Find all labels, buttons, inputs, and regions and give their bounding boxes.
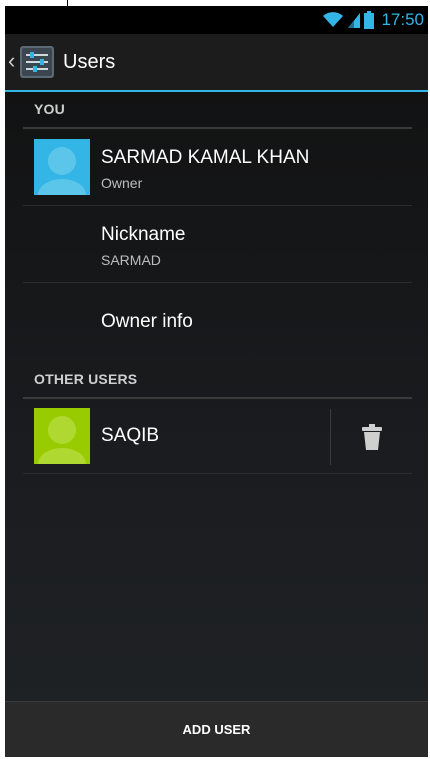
trash-icon (361, 424, 382, 450)
owner-role: Owner (101, 175, 143, 191)
add-user-button[interactable]: ADD USER (5, 702, 428, 757)
section-header-other-users: OTHER USERS (23, 363, 412, 399)
delete-user-button[interactable] (331, 401, 412, 473)
section-header-other-users-label: OTHER USERS (34, 371, 138, 387)
status-bar: 17:50 (5, 6, 428, 34)
owner-row[interactable]: SARMAD KAMAL KHAN Owner (23, 131, 412, 206)
section-header-you: YOU (23, 93, 412, 129)
nickname-label: Nickname (101, 224, 186, 245)
user-avatar-icon (38, 416, 86, 464)
status-icons: 17:50 (322, 9, 424, 31)
user-name: SAQIB (101, 425, 160, 446)
battery-icon (364, 11, 375, 29)
wifi-icon (323, 12, 344, 27)
settings-sliders-icon[interactable] (20, 46, 54, 78)
owner-name: SARMAD KAMAL KHAN (101, 147, 310, 168)
nickname-row[interactable]: Nickname SARMAD (23, 206, 412, 283)
bottom-action-bar: ADD USER (5, 701, 428, 757)
clock: 17:50 (381, 10, 424, 29)
owner-info-row[interactable]: Owner info (23, 283, 412, 361)
user-row-saqib[interactable]: SAQIB (23, 401, 412, 474)
owner-info-label: Owner info (101, 311, 193, 332)
nickname-value: SARMAD (101, 252, 161, 268)
user-avatar-icon (38, 147, 86, 195)
saqib-avatar (34, 408, 90, 464)
back-caret-icon[interactable]: ‹ (8, 50, 15, 72)
owner-avatar (34, 139, 90, 195)
page-title: Users (63, 51, 116, 73)
signal-icon (348, 13, 361, 28)
action-bar: ‹ Users (5, 34, 428, 92)
section-header-you-label: YOU (34, 101, 65, 117)
android-screen: 17:50 ‹ Users YOU SARMAD KAMAL KHAN Owne (5, 6, 428, 757)
